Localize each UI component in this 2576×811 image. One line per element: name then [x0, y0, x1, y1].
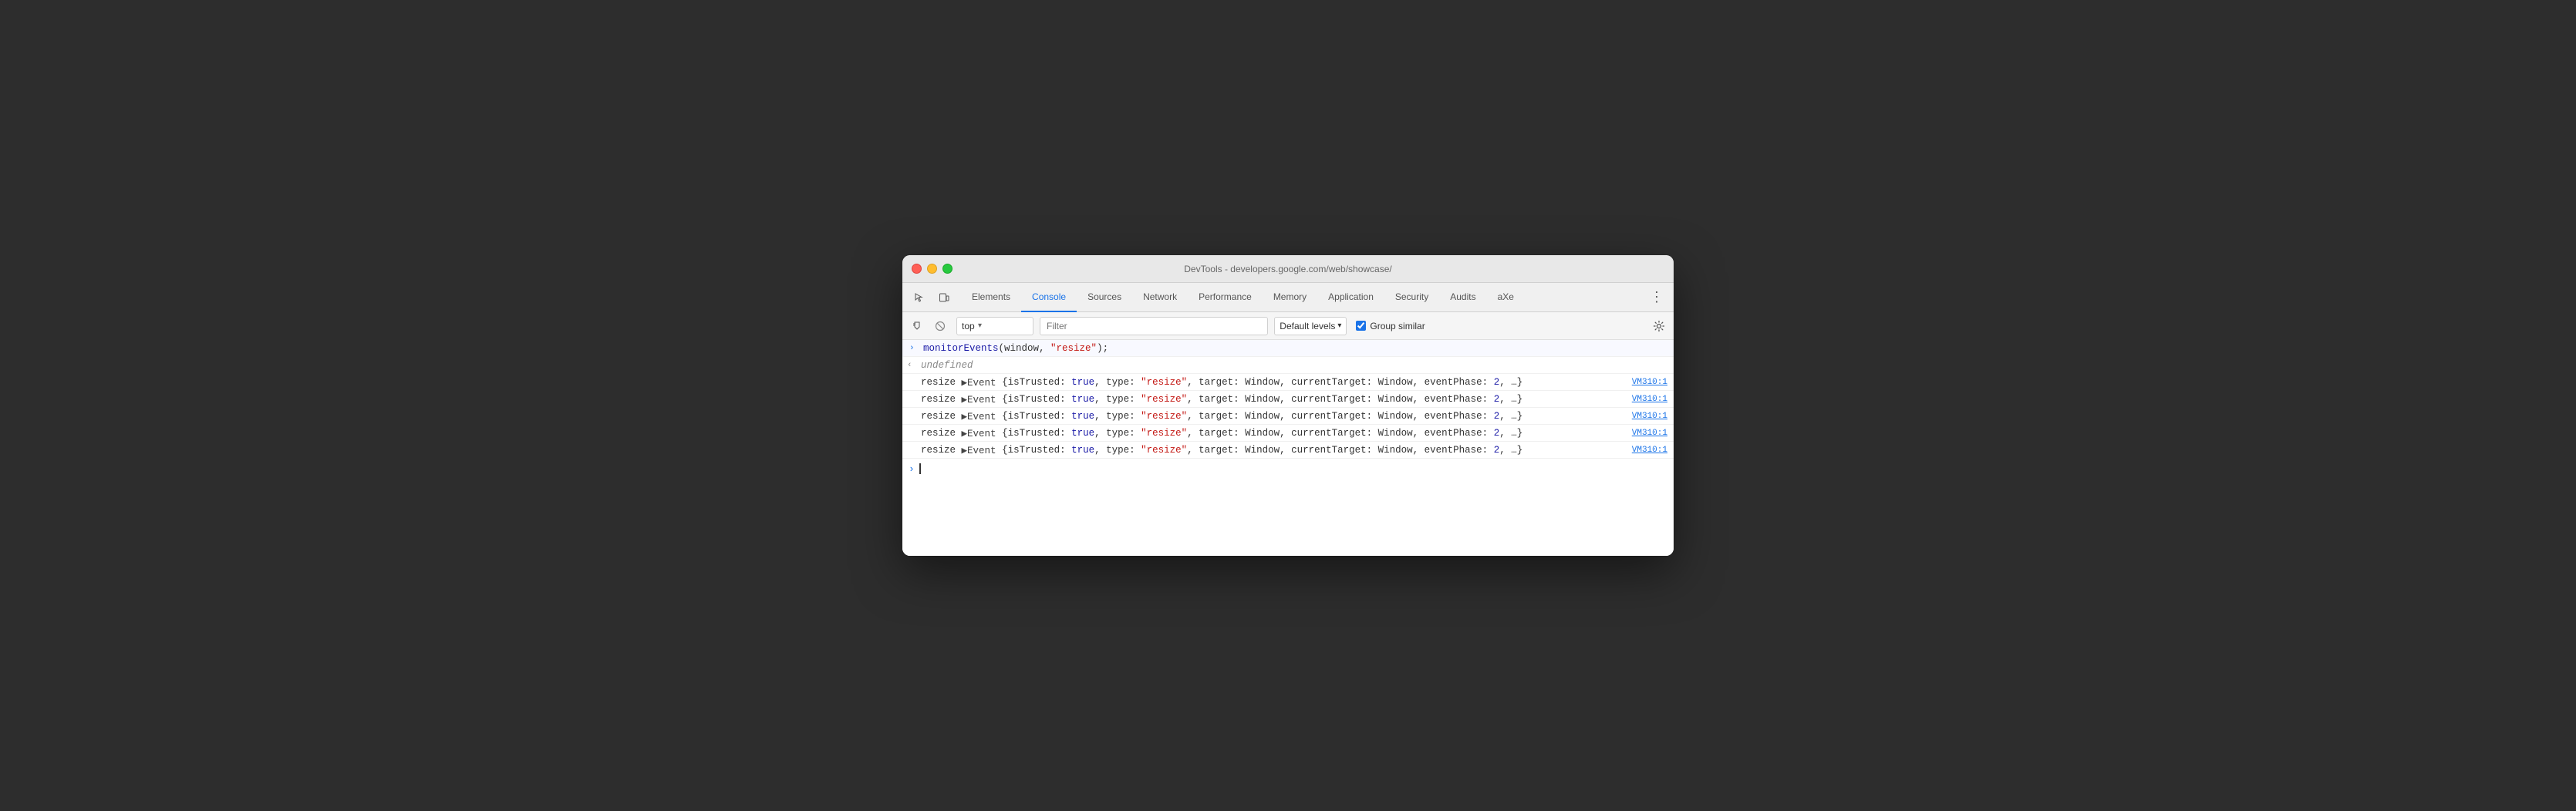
source-link-5[interactable]: VM310:1	[1617, 446, 1667, 455]
maximize-button[interactable]	[942, 264, 953, 274]
group-similar-checkbox[interactable]	[1356, 321, 1366, 331]
traffic-lights	[912, 264, 953, 274]
resize-row-4[interactable]: resize ▶Event {isTrusted: true , type: "…	[902, 425, 1674, 442]
undefined-row: ‹ undefined	[902, 357, 1674, 374]
context-selector[interactable]: top	[962, 321, 975, 331]
context-selector-arrow: ▾	[978, 321, 982, 330]
tab-memory[interactable]: Memory	[1263, 283, 1317, 312]
levels-selector[interactable]: Default levels ▾	[1274, 317, 1347, 335]
resize-row-2[interactable]: resize ▶Event {isTrusted: true , type: "…	[902, 391, 1674, 408]
tab-sources[interactable]: Sources	[1077, 283, 1132, 312]
devtools-body: Elements Console Sources Network Perform…	[902, 283, 1674, 556]
cursor-tool-button[interactable]	[909, 287, 930, 308]
close-button[interactable]	[912, 264, 922, 274]
clear-console-button[interactable]	[907, 316, 927, 336]
block-requests-button[interactable]	[930, 316, 950, 336]
console-toolbar: top ▾ Default levels ▾ Group similar	[902, 312, 1674, 340]
input-arrow-icon: ›	[909, 344, 915, 353]
cursor-line	[919, 463, 921, 474]
window-title: DevTools - developers.google.com/web/sho…	[1184, 264, 1391, 274]
tab-network[interactable]: Network	[1132, 283, 1188, 312]
nav-tabs: Elements Console Sources Network Perform…	[902, 283, 1674, 312]
text-cursor	[919, 463, 921, 474]
device-toolbar-button[interactable]	[933, 287, 955, 308]
console-content: › monitorEvents(window, "resize"); ‹ und…	[902, 340, 1674, 556]
resize-row-1[interactable]: resize ▶Event {isTrusted: true , type: "…	[902, 374, 1674, 391]
tab-elements[interactable]: Elements	[961, 283, 1021, 312]
console-input-row: › monitorEvents(window, "resize");	[902, 340, 1674, 357]
tab-audits[interactable]: Audits	[1439, 283, 1486, 312]
source-link-1[interactable]: VM310:1	[1617, 378, 1667, 387]
source-link-3[interactable]: VM310:1	[1617, 412, 1667, 421]
filter-input[interactable]	[1040, 317, 1268, 335]
tab-application[interactable]: Application	[1317, 283, 1384, 312]
title-bar: DevTools - developers.google.com/web/sho…	[902, 255, 1674, 283]
settings-button[interactable]	[1649, 316, 1669, 336]
return-arrow-icon: ‹	[907, 361, 912, 370]
resize-row-5[interactable]: resize ▶Event {isTrusted: true , type: "…	[902, 442, 1674, 459]
group-similar-label: Group similar	[1370, 321, 1425, 331]
source-link-2[interactable]: VM310:1	[1617, 395, 1667, 404]
context-selector-wrap[interactable]: top ▾	[956, 317, 1033, 335]
group-similar-wrap: Group similar	[1356, 321, 1425, 331]
nav-icons	[909, 287, 955, 308]
levels-arrow-icon: ▾	[1337, 321, 1341, 330]
source-link-4[interactable]: VM310:1	[1617, 429, 1667, 438]
console-prompt-line[interactable]: ›	[902, 459, 1674, 479]
tab-security[interactable]: Security	[1384, 283, 1439, 312]
resize-row-3[interactable]: resize ▶Event {isTrusted: true , type: "…	[902, 408, 1674, 425]
prompt-icon: ›	[909, 463, 915, 475]
tab-console[interactable]: Console	[1021, 283, 1077, 312]
devtools-window: DevTools - developers.google.com/web/sho…	[902, 255, 1674, 556]
minimize-button[interactable]	[927, 264, 937, 274]
more-tabs-button[interactable]: ⋮	[1646, 287, 1667, 308]
tab-performance[interactable]: Performance	[1188, 283, 1263, 312]
tab-axe[interactable]: aXe	[1487, 283, 1525, 312]
monitor-events-line: monitorEvents(window, "resize");	[923, 343, 1108, 354]
